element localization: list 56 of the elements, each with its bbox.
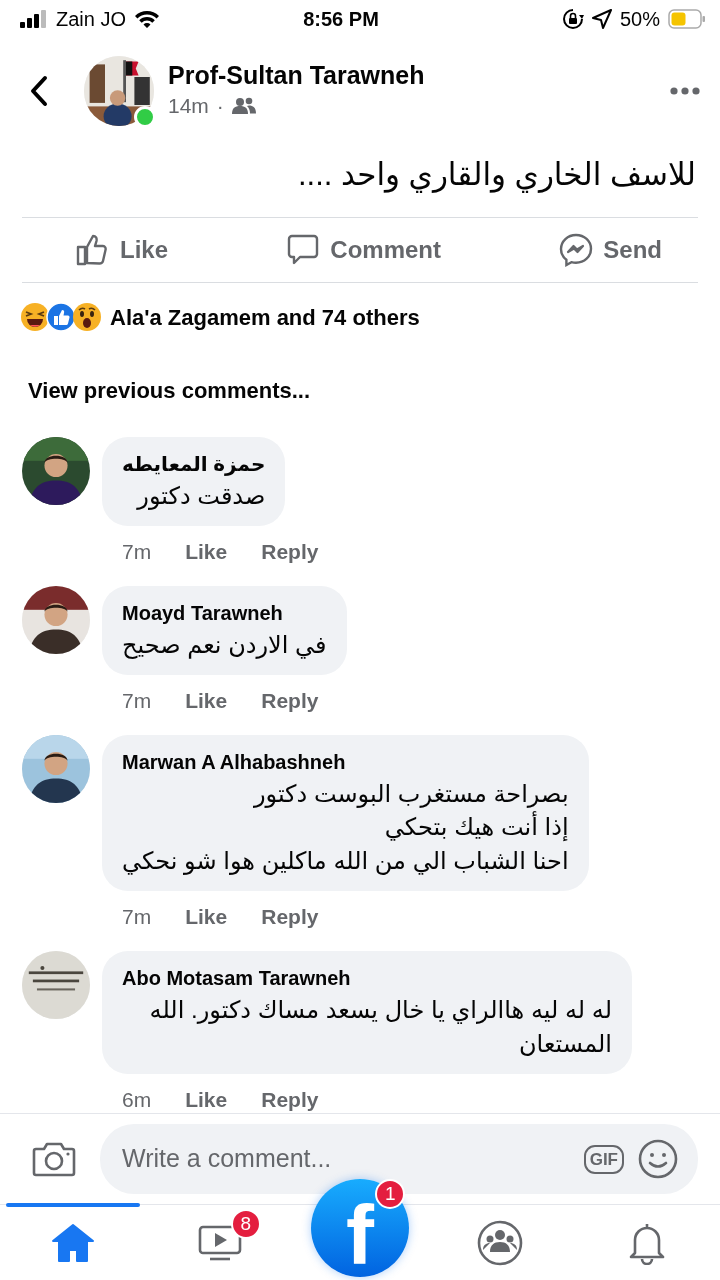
wifi-icon — [134, 9, 161, 29]
home-icon — [51, 1222, 96, 1263]
more-icon — [670, 87, 700, 95]
send-button[interactable]: Send — [555, 217, 666, 282]
gif-button[interactable]: GIF — [583, 1144, 624, 1174]
comment-time: 7m — [122, 688, 152, 715]
notification-badge: 8 — [230, 1209, 261, 1239]
camera-button[interactable] — [32, 1140, 76, 1178]
like-icon — [76, 232, 110, 267]
like-link[interactable]: Like — [185, 1084, 228, 1113]
laughing-emoji-icon — [20, 302, 50, 332]
battery-icon — [668, 9, 706, 29]
reply-link[interactable]: Reply — [261, 685, 319, 717]
post-text: للاسف الخاري والقاري واحد .... — [296, 156, 697, 195]
comment-time: 7m — [122, 904, 152, 931]
comment-text: صدقت دكتور — [135, 480, 266, 512]
view-previous-link[interactable]: View previous comments... — [0, 351, 720, 419]
author-name[interactable]: Prof-Sultan Tarawneh — [168, 60, 670, 91]
reply-link[interactable]: Reply — [261, 536, 319, 568]
like-link[interactable]: Like — [185, 685, 228, 717]
reply-link[interactable]: Reply — [261, 1084, 319, 1113]
like-button[interactable]: Like — [72, 217, 173, 282]
reply-link[interactable]: Reply — [261, 901, 319, 933]
location-icon — [591, 9, 612, 29]
reactions-summary[interactable]: Ala'a Zagamem and 74 others — [110, 300, 420, 334]
rotation-lock-icon — [561, 8, 584, 30]
comment-text: بصراحة مستغرب البوست دكتور إذا أنت هيك بتحكي احنا الشباب الي من الله ماكلين هوا شو نحكي — [122, 778, 569, 877]
comment-time: 7m — [122, 539, 152, 566]
emoji-button[interactable] — [638, 1139, 678, 1179]
comment-time: 6m — [122, 1087, 152, 1113]
groups-icon — [477, 1219, 524, 1266]
separator-dot: · — [216, 93, 224, 120]
commenter-name[interactable]: Abo Motasam Tarawneh — [122, 962, 612, 993]
commenter-name[interactable]: Moayd Tarawneh — [122, 597, 327, 628]
signal-icon — [20, 10, 48, 28]
messenger-icon — [559, 232, 594, 267]
people-icon — [231, 97, 256, 115]
more-button[interactable] — [670, 87, 700, 95]
like-emoji-icon — [46, 302, 76, 332]
battery-percent: 50% — [619, 7, 660, 32]
like-link[interactable]: Like — [185, 901, 228, 933]
clock: 8:56 PM — [302, 7, 380, 32]
like-link[interactable]: Like — [185, 536, 228, 568]
carrier-name: Zain JO — [56, 7, 127, 32]
surprised-emoji-icon — [72, 302, 102, 332]
back-icon — [28, 75, 50, 107]
post-time[interactable]: 14m — [168, 90, 209, 122]
comment-text: في الاردن نعم صحيح — [122, 629, 327, 661]
camera-icon — [32, 1140, 76, 1178]
smiley-icon — [638, 1139, 678, 1179]
comment-button[interactable]: Comment — [282, 217, 445, 282]
video-tab[interactable]: 8 — [146, 1205, 293, 1280]
commenter-name[interactable]: Marwan A Alhabashneh — [122, 746, 569, 777]
commenter-name[interactable]: حمزة المعايطه — [122, 448, 266, 479]
comment-text: له له ليه هاالراي يا خال يسعد مساك دكتور. الله المستعان — [148, 994, 612, 1059]
comment-icon — [286, 232, 321, 267]
